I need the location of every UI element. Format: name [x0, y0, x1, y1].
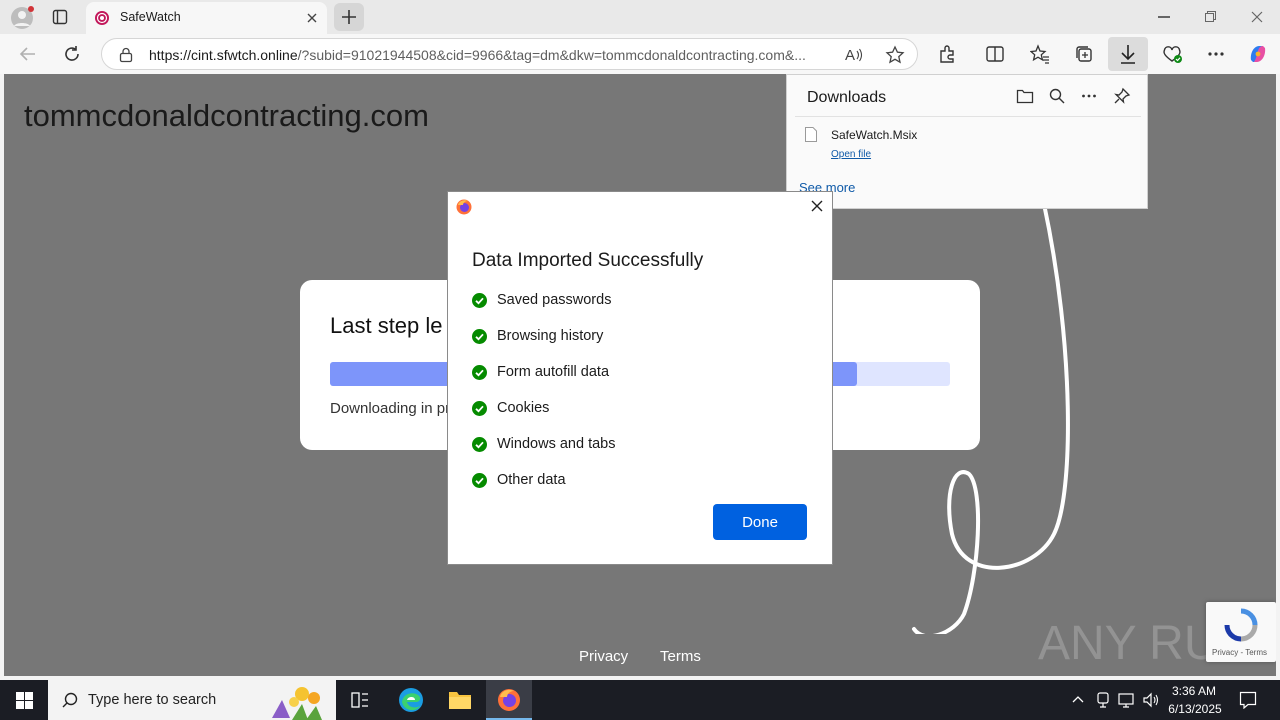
- back-icon[interactable]: [14, 40, 42, 68]
- svg-text:A: A: [845, 47, 855, 64]
- clock-time[interactable]: 3:36 AM: [1166, 684, 1222, 698]
- recaptcha-privacy[interactable]: Privacy: [1212, 648, 1238, 657]
- import-item: Other data: [472, 470, 566, 490]
- privacy-link[interactable]: Privacy: [579, 648, 628, 665]
- check-circle-icon: [472, 292, 487, 308]
- anyrun-watermark: ANY RUN: [1034, 609, 1234, 669]
- collections-icon[interactable]: [1070, 40, 1098, 68]
- check-circle-icon: [472, 364, 487, 380]
- recaptcha-terms[interactable]: Terms: [1245, 648, 1267, 657]
- close-tab-icon[interactable]: [305, 11, 319, 25]
- restore-icon[interactable]: [1205, 11, 1216, 22]
- import-item-label: Other data: [497, 472, 566, 488]
- meet-now-icon[interactable]: [1096, 692, 1110, 708]
- downloads-button[interactable]: [1108, 37, 1148, 71]
- check-circle-icon: [472, 472, 487, 488]
- firefox-logo-icon: [456, 199, 472, 215]
- minimize-icon[interactable]: [1158, 16, 1170, 18]
- import-item: Cookies: [472, 398, 549, 418]
- search-downloads-icon[interactable]: [1049, 88, 1065, 104]
- domain-heading: tommcdonaldcontracting.com: [24, 98, 429, 133]
- downloads-more-icon[interactable]: [1081, 88, 1097, 104]
- notifications-icon[interactable]: [1239, 691, 1257, 709]
- edge-taskbar-icon[interactable]: [398, 687, 424, 713]
- read-aloud-icon[interactable]: A: [844, 46, 864, 64]
- clock-date[interactable]: 6/13/2025: [1162, 702, 1228, 716]
- network-icon[interactable]: [1118, 692, 1134, 708]
- windows-taskbar: Type here to search 3:36 AM 6/13/2025: [0, 680, 1280, 720]
- plus-icon: [342, 10, 356, 24]
- import-success-dialog: Data Imported Successfully Saved passwor…: [447, 191, 833, 565]
- import-item-label: Cookies: [497, 400, 550, 416]
- check-circle-icon: [472, 400, 487, 416]
- file-explorer-icon[interactable]: [448, 689, 472, 711]
- file-icon: [805, 127, 817, 142]
- extensions-icon[interactable]: [933, 40, 961, 68]
- open-file-link[interactable]: Open file: [831, 149, 871, 160]
- taskbar-search-box[interactable]: Type here to search: [48, 680, 336, 720]
- browser-titlebar: SafeWatch: [0, 0, 1280, 34]
- firefox-taskbar-icon: [498, 689, 520, 711]
- windows-start-icon[interactable]: [16, 692, 33, 709]
- close-dialog-icon[interactable]: [811, 200, 823, 212]
- check-circle-icon: [472, 436, 487, 452]
- download-file-name[interactable]: SafeWatch.Msix: [831, 128, 917, 142]
- downloads-title: Downloads: [807, 89, 887, 106]
- import-item-label: Windows and tabs: [497, 436, 616, 452]
- dialog-title: Data Imported Successfully: [472, 250, 704, 271]
- import-item-label: Saved passwords: [497, 292, 612, 308]
- recaptcha-links[interactable]: Privacy - Terms: [1212, 648, 1267, 657]
- search-highlight-flowers-icon: [262, 682, 334, 720]
- show-hidden-icons-icon[interactable]: [1072, 694, 1084, 704]
- url-path: /?subid=91021944508&cid=9966&tag=dm&dkw=…: [297, 47, 806, 63]
- recaptcha-icon: [1224, 608, 1258, 642]
- search-icon: [62, 692, 78, 708]
- done-button[interactable]: Done: [713, 504, 807, 540]
- terms-link[interactable]: Terms: [660, 648, 701, 665]
- download-icon: [1121, 45, 1135, 64]
- pin-icon[interactable]: [1113, 87, 1131, 105]
- url-host: https://cint.sfwtch.online: [149, 47, 298, 63]
- downloads-divider: [795, 116, 1141, 117]
- url-text[interactable]: https://cint.sfwtch.online/?subid=910219…: [149, 47, 829, 63]
- profile-icon[interactable]: [10, 6, 34, 30]
- new-tab-button[interactable]: [334, 3, 364, 31]
- card-title: Last step le: [330, 313, 443, 338]
- copilot-icon[interactable]: [1244, 40, 1272, 68]
- firefox-taskbar-button[interactable]: [486, 680, 532, 720]
- import-item-label: Browsing history: [497, 328, 604, 344]
- import-item: Saved passwords: [472, 290, 611, 310]
- address-bar[interactable]: https://cint.sfwtch.online/?subid=910219…: [101, 38, 918, 70]
- split-screen-icon[interactable]: [981, 40, 1009, 68]
- favorite-star-icon[interactable]: [885, 45, 905, 65]
- search-placeholder: Type here to search: [88, 692, 217, 708]
- browser-toolbar: https://cint.sfwtch.online/?subid=910219…: [0, 34, 1280, 74]
- import-item: Form autofill data: [472, 362, 609, 382]
- tab-safewatch[interactable]: SafeWatch: [86, 2, 327, 34]
- shield-favicon-icon: [94, 10, 110, 26]
- task-view-icon[interactable]: [351, 691, 369, 709]
- favorites-icon[interactable]: [1026, 40, 1054, 68]
- tab-actions-icon[interactable]: [52, 9, 68, 25]
- recaptcha-badge[interactable]: Privacy - Terms: [1206, 602, 1276, 662]
- open-folder-icon[interactable]: [1016, 88, 1034, 104]
- site-info-lock-icon[interactable]: [119, 47, 133, 63]
- import-item: Windows and tabs: [472, 434, 615, 454]
- refresh-icon[interactable]: [58, 40, 86, 68]
- downloads-panel: Downloads SafeWatch.Msix Open file See m…: [786, 74, 1148, 209]
- more-options-icon[interactable]: [1202, 40, 1230, 68]
- close-window-icon[interactable]: [1251, 11, 1263, 23]
- card-status-text: Downloading in pr: [330, 400, 451, 417]
- watermark-text: ANY RUN: [1038, 617, 1234, 669]
- tab-title: SafeWatch: [120, 10, 181, 24]
- browser-essentials-icon[interactable]: [1158, 40, 1186, 68]
- volume-icon[interactable]: [1142, 692, 1160, 708]
- check-circle-icon: [472, 328, 487, 344]
- import-item: Browsing history: [472, 326, 603, 346]
- import-item-label: Form autofill data: [497, 364, 610, 380]
